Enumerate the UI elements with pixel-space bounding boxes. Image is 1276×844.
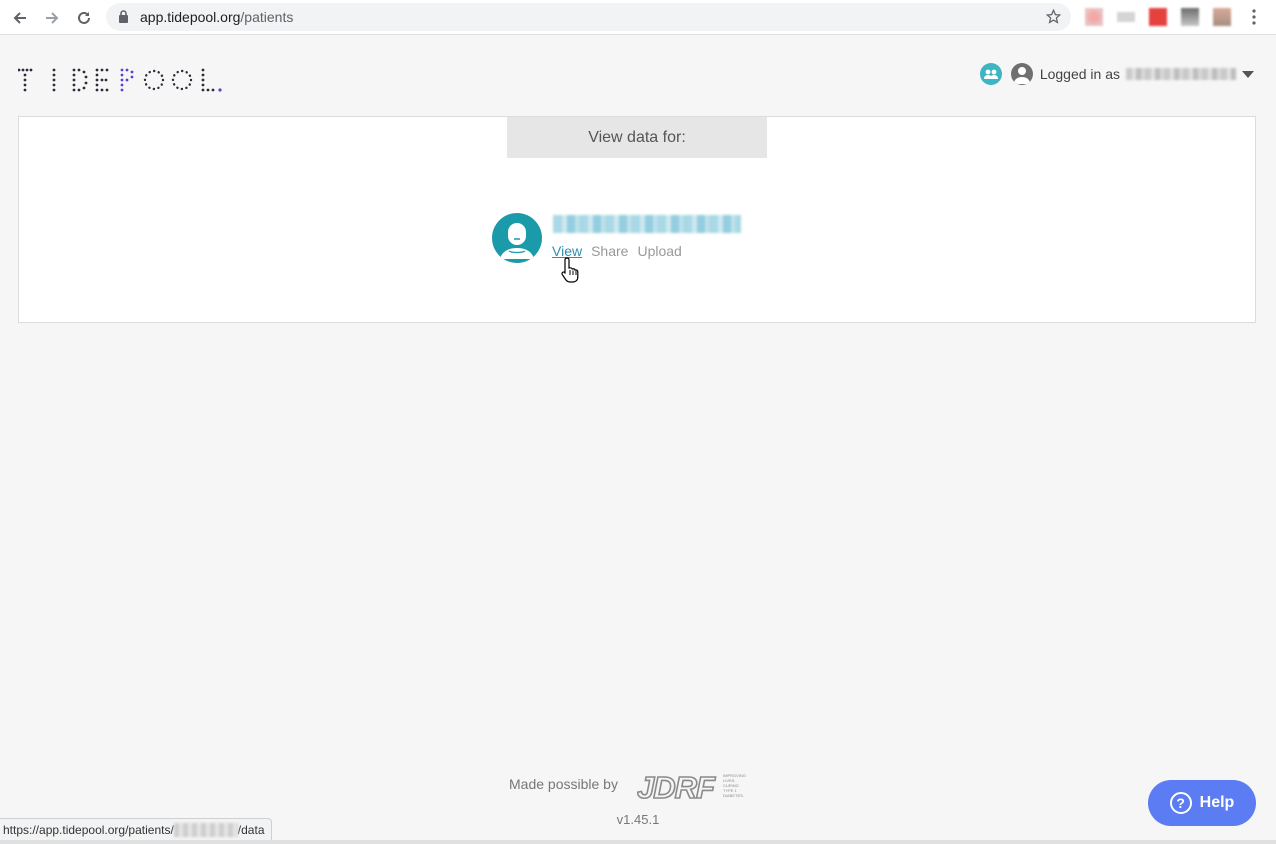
extension-icon[interactable]: [1149, 8, 1167, 26]
patient-avatar-icon[interactable]: [492, 213, 542, 263]
redacted-username: [1126, 68, 1236, 80]
tidepool-logo[interactable]: [17, 68, 224, 97]
help-label: Help: [1199, 794, 1235, 811]
jdrf-wordmark: JDRF: [637, 770, 716, 804]
care-team-icon[interactable]: [979, 63, 1002, 85]
lock-icon: [118, 10, 129, 28]
patient-card: View Share Upload: [492, 213, 792, 273]
upload-link[interactable]: Upload: [637, 243, 681, 259]
made-possible-label: Made possible by: [509, 776, 618, 792]
browser-status-bar: https://app.tidepool.org/patients/ /data: [0, 818, 272, 840]
patients-panel: View data for: View Share Upload: [18, 116, 1256, 323]
extension-icon[interactable]: [1085, 8, 1103, 26]
window-bottom-edge: [0, 840, 1276, 844]
question-mark-icon: ?: [1169, 792, 1192, 814]
tidepool-logo-graphic: [17, 68, 222, 92]
forward-arrow-icon[interactable]: [40, 6, 64, 30]
share-link[interactable]: Share: [591, 243, 628, 259]
user-avatar-icon[interactable]: [1010, 63, 1033, 85]
status-url-suffix: /data: [237, 822, 265, 837]
user-menu: Logged in as: [979, 62, 1254, 86]
status-url-prefix: https://app.tidepool.org/patients/: [3, 822, 174, 837]
hand-pointer-cursor-icon: [561, 256, 581, 289]
star-icon[interactable]: [1045, 8, 1062, 29]
address-bar[interactable]: app.tidepool.org/patients: [106, 3, 1071, 31]
panel-title: View data for:: [507, 117, 767, 158]
url-host: app.tidepool.org: [140, 9, 241, 25]
back-arrow-icon[interactable]: [8, 6, 32, 30]
browser-toolbar: app.tidepool.org/patients: [0, 0, 1276, 35]
caret-down-icon[interactable]: [1242, 70, 1254, 78]
status-url-redacted: [173, 822, 238, 837]
help-button[interactable]: ? Help: [1148, 780, 1256, 826]
patient-name-redacted[interactable]: [553, 215, 741, 233]
reload-icon[interactable]: [72, 6, 96, 30]
extension-icon[interactable]: [1181, 8, 1199, 26]
svg-text:DIABETES.: DIABETES.: [723, 793, 744, 798]
extension-icon[interactable]: [1117, 12, 1135, 22]
url-path: /patients: [240, 9, 294, 25]
url-text: app.tidepool.org/patients: [140, 9, 293, 25]
jdrf-logo[interactable]: JDRF IMPROVING LIVES. CURING TYPE 1 DIAB…: [636, 769, 755, 809]
extension-icon[interactable]: [1213, 8, 1231, 26]
kebab-menu-icon[interactable]: [1246, 7, 1262, 27]
logged-in-label: Logged in as: [1039, 66, 1120, 82]
